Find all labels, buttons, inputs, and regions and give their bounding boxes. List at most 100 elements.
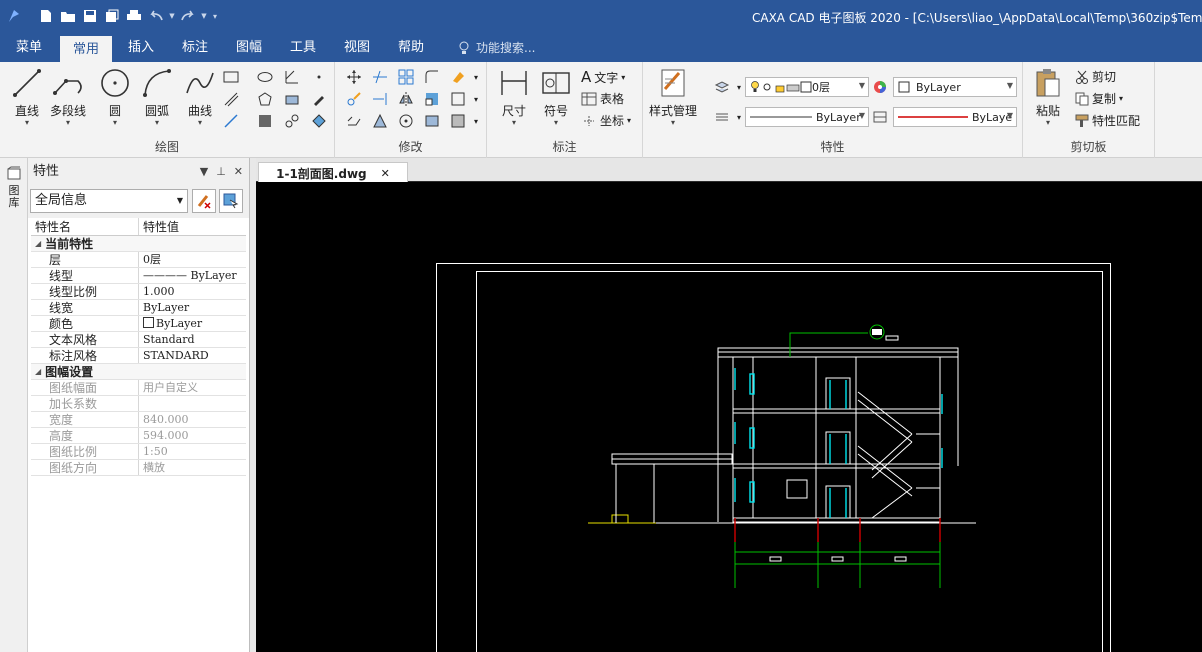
circle-button[interactable]: 圆 ▾ xyxy=(98,66,132,127)
array-icon[interactable] xyxy=(397,68,415,86)
property-row[interactable]: 文本风格 Standard xyxy=(31,332,249,348)
property-value[interactable]: Standard xyxy=(139,332,249,347)
line-button[interactable]: 直线 ▾ xyxy=(10,66,44,127)
toggle-pickadd-button[interactable] xyxy=(192,189,216,213)
property-value[interactable]: 0层 xyxy=(139,252,249,267)
tab-drawing-frame[interactable]: 图幅 xyxy=(226,34,272,62)
property-value[interactable]: 横放 xyxy=(139,460,249,475)
construction-line-icon[interactable] xyxy=(222,112,240,130)
property-row[interactable]: 颜色 ByLayer xyxy=(31,316,249,332)
library-dock-tab[interactable]: 图库 xyxy=(6,166,22,209)
property-value[interactable]: 1.000 xyxy=(139,284,249,299)
panel-menu-icon[interactable]: ▼ xyxy=(200,158,208,186)
quick-select-button[interactable] xyxy=(219,189,243,213)
save-icon[interactable] xyxy=(80,6,100,26)
modify-dropdown-3-icon[interactable]: ▾ xyxy=(467,112,485,130)
collapse-triangle-icon[interactable]: ◢ xyxy=(31,364,41,379)
property-row[interactable]: 线宽 ByLayer xyxy=(31,300,249,316)
property-value[interactable] xyxy=(139,396,249,411)
property-value[interactable]: STANDARD xyxy=(139,348,249,363)
scale-icon[interactable] xyxy=(423,90,441,108)
layer-manager-icon[interactable] xyxy=(713,78,731,96)
color-wheel-icon[interactable] xyxy=(871,78,889,96)
property-grid-scrollbar[interactable] xyxy=(246,218,249,652)
copy-object-icon[interactable] xyxy=(345,90,363,108)
copy-button[interactable]: 复制 ▾ xyxy=(1075,90,1123,107)
object-selector[interactable]: 全局信息 ▼ xyxy=(30,189,188,213)
fillet-icon[interactable] xyxy=(423,68,441,86)
extend-icon[interactable] xyxy=(371,90,389,108)
customize-qat-icon[interactable]: ▾ xyxy=(210,6,220,26)
color-combo[interactable]: ByLayer ▼ xyxy=(893,77,1017,97)
angle-line-icon[interactable] xyxy=(283,68,301,86)
app-logo-icon[interactable] xyxy=(4,6,24,26)
function-search[interactable]: 功能搜索... xyxy=(458,34,535,62)
print-icon[interactable] xyxy=(124,6,144,26)
dimension-button[interactable]: 尺寸 ▾ xyxy=(497,66,531,127)
property-value[interactable]: 594.000 xyxy=(139,428,249,443)
property-row[interactable]: 线型比例 1.000 xyxy=(31,284,249,300)
close-icon[interactable]: ✕ xyxy=(234,158,243,186)
lineweight-combo[interactable]: ByLaye ▼ xyxy=(893,107,1017,127)
property-row[interactable]: 层 0层 xyxy=(31,252,249,268)
block-icon[interactable] xyxy=(283,90,301,108)
text-button[interactable]: A 文字 ▾ xyxy=(581,68,625,86)
centerline-icon[interactable] xyxy=(283,112,301,130)
move-icon[interactable] xyxy=(345,68,363,86)
property-row[interactable]: 线型 ———— ByLayer xyxy=(31,268,249,284)
chamfer-icon[interactable] xyxy=(449,112,467,130)
style-manager-button[interactable]: 样式管理 ▾ xyxy=(649,66,697,127)
polyline-button[interactable]: 多段线 ▾ xyxy=(50,66,86,127)
trim-icon[interactable] xyxy=(371,68,389,86)
symbol-button[interactable]: 符号 ▾ xyxy=(539,66,573,127)
new-file-icon[interactable] xyxy=(36,6,56,26)
match-properties-button[interactable]: 特性匹配 xyxy=(1075,112,1140,129)
rotate-icon[interactable] xyxy=(397,112,415,130)
curve-button[interactable]: 曲线 ▾ xyxy=(183,66,217,127)
linetype-manager-icon[interactable] xyxy=(713,108,731,126)
explode-icon[interactable] xyxy=(423,112,441,130)
modify-dropdown-icon[interactable]: ▾ xyxy=(467,68,485,86)
coordinate-button[interactable]: 坐标 ▾ xyxy=(581,112,631,129)
modify-dropdown-2-icon[interactable]: ▾ xyxy=(467,90,485,108)
pin-icon[interactable]: ⊥ xyxy=(216,158,226,186)
tab-annotate[interactable]: 标注 xyxy=(172,34,218,62)
tab-menu[interactable]: 菜单 xyxy=(6,34,52,62)
property-section[interactable]: ◢ 当前特性 xyxy=(31,236,249,252)
document-tab-close-icon[interactable]: ✕ xyxy=(381,167,390,180)
property-value[interactable]: ByLayer xyxy=(139,300,249,315)
eraser-icon[interactable] xyxy=(449,68,467,86)
table-button[interactable]: 表格 xyxy=(581,90,624,107)
collapse-triangle-icon[interactable]: ◢ xyxy=(31,236,41,251)
break-icon[interactable] xyxy=(449,90,467,108)
mirror-icon[interactable] xyxy=(397,90,415,108)
property-value[interactable]: ———— ByLayer xyxy=(139,268,249,283)
drawing-canvas[interactable] xyxy=(256,182,1202,652)
rectangle-icon[interactable] xyxy=(222,68,240,86)
tab-tools[interactable]: 工具 xyxy=(280,34,326,62)
fill-icon[interactable] xyxy=(310,112,328,130)
undo-dropdown-icon[interactable]: ▼ xyxy=(168,6,176,26)
lineweight-manager-icon[interactable] xyxy=(871,108,889,126)
redo-icon[interactable] xyxy=(178,6,198,26)
tab-common[interactable]: 常用 xyxy=(60,34,112,62)
property-value[interactable]: 用户自定义 xyxy=(139,380,249,395)
tab-view[interactable]: 视图 xyxy=(334,34,380,62)
open-folder-icon[interactable] xyxy=(58,6,78,26)
polygon-icon[interactable] xyxy=(256,90,274,108)
stretch-icon[interactable] xyxy=(345,112,363,130)
property-value[interactable]: 840.000 xyxy=(139,412,249,427)
redo-dropdown-icon[interactable]: ▼ xyxy=(200,6,208,26)
layer-combo[interactable]: 0层 ▼ xyxy=(745,77,869,97)
document-tab[interactable]: 1-1剖面图.dwg ✕ xyxy=(258,162,408,183)
parallel-line-icon[interactable] xyxy=(222,90,240,108)
paste-button[interactable]: 粘贴 ▾ xyxy=(1031,66,1065,127)
hatch-icon[interactable] xyxy=(256,112,274,130)
ellipse-icon[interactable] xyxy=(256,68,274,86)
undo-icon[interactable] xyxy=(146,6,166,26)
property-value[interactable]: 1:50 xyxy=(139,444,249,459)
offset-icon[interactable] xyxy=(371,112,389,130)
tab-help[interactable]: 帮助 xyxy=(388,34,434,62)
linetype-combo[interactable]: ByLayer ▼ xyxy=(745,107,869,127)
cut-button[interactable]: 剪切 xyxy=(1075,68,1116,85)
